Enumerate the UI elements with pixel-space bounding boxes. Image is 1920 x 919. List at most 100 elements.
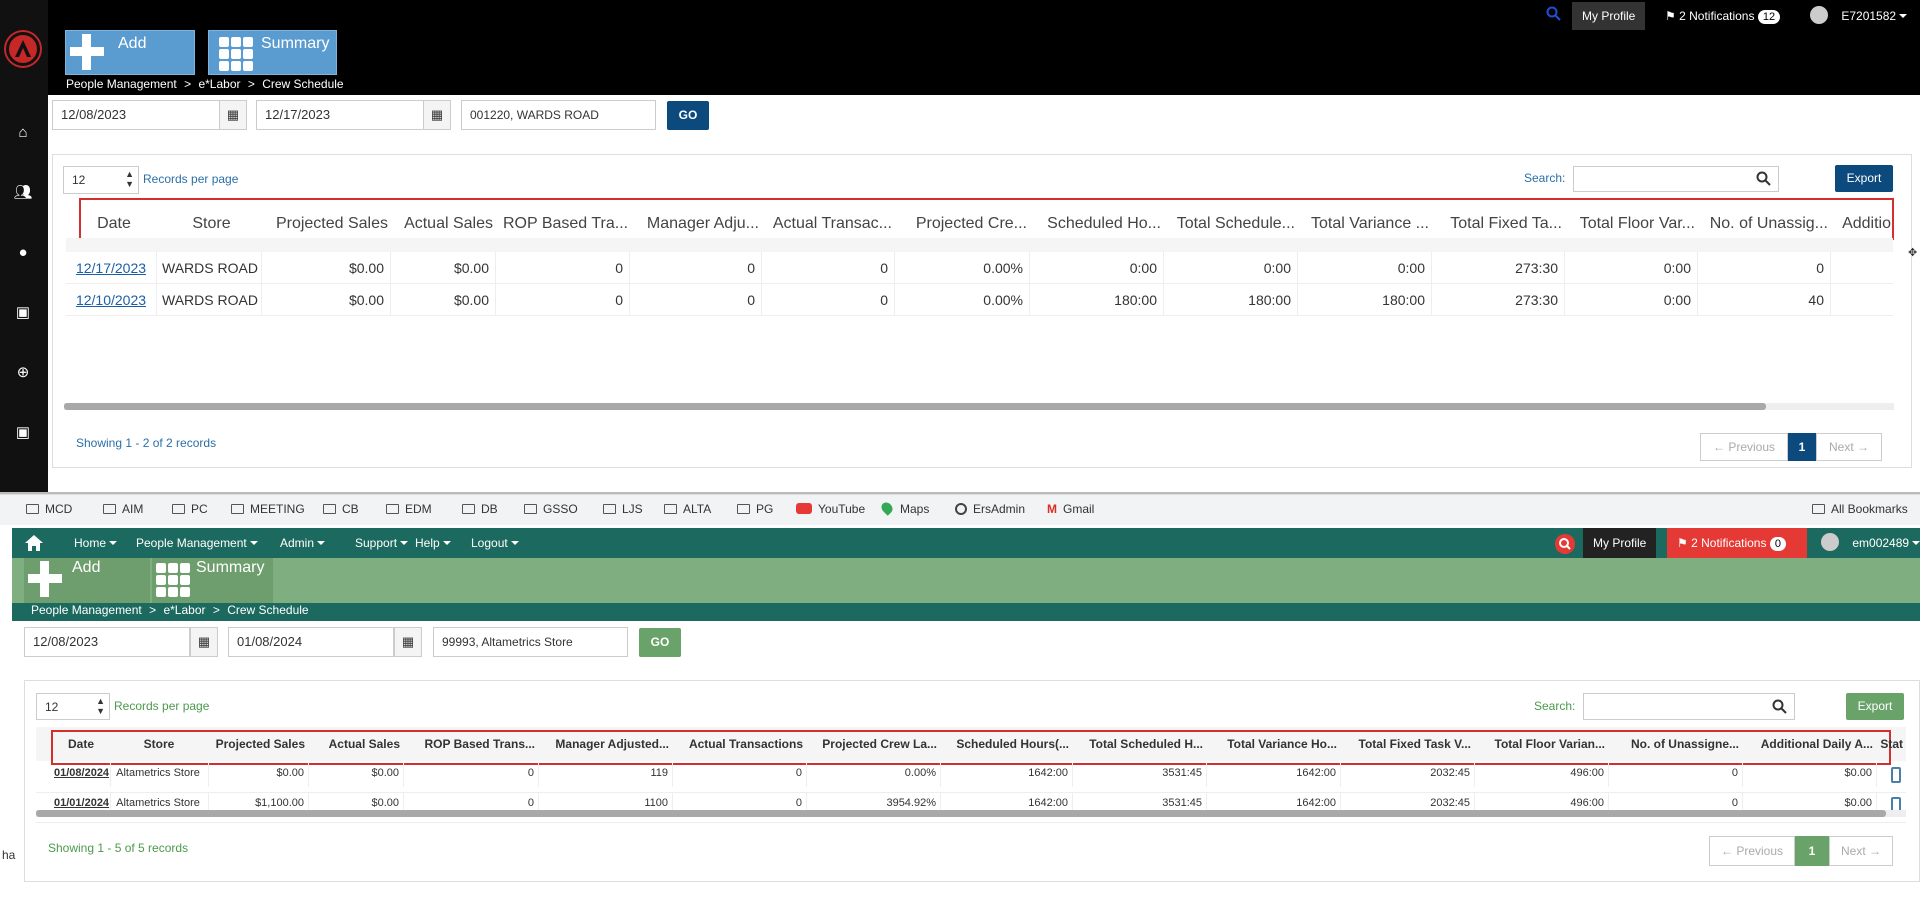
my-profile-link[interactable]: My Profile <box>1583 528 1657 558</box>
start-date-input[interactable]: 12/08/2023 <box>24 627 190 657</box>
column-header[interactable]: Total Fixed Ta... <box>1439 215 1562 233</box>
next-button[interactable]: Next → <box>1829 836 1893 866</box>
bookmark-pc[interactable]: PC <box>172 502 208 516</box>
date-link[interactable]: 12/17/2023 <box>72 260 150 276</box>
nav-logout[interactable]: Logout <box>471 528 519 558</box>
column-header[interactable]: Additio <box>1838 215 1891 233</box>
user-icon[interactable]: ● <box>12 242 34 264</box>
image-icon[interactable]: ▣ <box>12 302 34 324</box>
end-date-input[interactable]: 12/17/2023 <box>256 100 424 130</box>
calendar-icon[interactable]: ▦ <box>190 627 218 657</box>
column-header[interactable]: Scheduled Ho... <box>1037 215 1161 233</box>
breadcrumb-item[interactable]: People Management <box>31 603 142 617</box>
column-header[interactable]: Manager Adju... <box>637 215 759 233</box>
column-header[interactable]: ROP Based Tra... <box>503 215 627 233</box>
column-header[interactable]: No. of Unassig... <box>1705 215 1828 233</box>
column-header[interactable]: Date <box>74 215 154 233</box>
column-header[interactable]: Actual Transactions <box>675 737 803 751</box>
my-profile-link[interactable]: My Profile <box>1572 2 1646 30</box>
breadcrumb-item[interactable]: e*Labor <box>163 603 205 617</box>
column-header[interactable]: Manager Adjusted... <box>541 737 669 751</box>
user-menu[interactable]: E7201582 <box>1800 2 1917 30</box>
column-header[interactable]: Date <box>55 737 107 751</box>
users-icon[interactable]: 👥︎ <box>12 182 34 204</box>
nav-help[interactable]: Help <box>415 528 451 558</box>
bookmark-aim[interactable]: AIM <box>103 502 143 516</box>
previous-button[interactable]: ← Previous <box>1709 836 1795 866</box>
column-header[interactable]: Projected Crew La... <box>809 737 937 751</box>
column-header[interactable]: Projected Sales <box>269 215 388 233</box>
column-header[interactable]: Actual Sales <box>398 215 493 233</box>
go-button[interactable]: GO <box>667 101 709 130</box>
export-button[interactable]: Export <box>1846 693 1904 720</box>
scrollbar-thumb[interactable] <box>36 810 1886 817</box>
bookmark-gsso[interactable]: GSSO <box>524 502 578 516</box>
column-header[interactable]: Total Floor Var... <box>1572 215 1695 233</box>
end-date-input[interactable]: 01/08/2024 <box>228 627 394 657</box>
date-link[interactable]: 12/10/2023 <box>72 292 150 308</box>
all-bookmarks[interactable]: All Bookmarks <box>1812 502 1908 516</box>
date-link[interactable]: 01/08/2024 <box>54 767 109 779</box>
nav-support[interactable]: Support <box>355 528 409 558</box>
column-header[interactable]: Total Variance ... <box>1305 215 1429 233</box>
column-header[interactable]: Projected Sales <box>211 737 305 751</box>
column-header[interactable]: Scheduled Hours(... <box>943 737 1069 751</box>
bookmark-cb[interactable]: CB <box>323 502 359 516</box>
search-input[interactable] <box>1583 693 1795 720</box>
bookmark-edm[interactable]: EDM <box>386 502 432 516</box>
column-header[interactable]: Actual Transac... <box>769 215 892 233</box>
bookmark-youtube[interactable]: YouTube <box>796 502 865 516</box>
edit-icon[interactable] <box>1891 767 1901 783</box>
column-header[interactable]: Additional Daily A... <box>1745 737 1873 751</box>
bookmark-ljs[interactable]: LJS <box>603 502 643 516</box>
search-icon[interactable] <box>1546 6 1562 22</box>
home-icon[interactable]: ⌂ <box>12 122 34 144</box>
column-header[interactable]: No. of Unassigne... <box>1611 737 1739 751</box>
horizontal-scrollbar[interactable] <box>64 403 1894 410</box>
summary-tile[interactable]: Summary <box>152 558 273 603</box>
add-tile[interactable]: Add <box>24 558 150 603</box>
calendar-icon[interactable]: ▦ <box>394 627 422 657</box>
records-per-page-select[interactable]: 12 ▲ ▼ <box>36 693 110 720</box>
bookmark-meeting[interactable]: MEETING <box>231 502 305 516</box>
page-1-button[interactable]: 1 <box>1795 836 1829 866</box>
column-header[interactable]: Projected Cre... <box>902 215 1027 233</box>
bookmark-ersadmin[interactable]: ErsAdmin <box>955 502 1025 516</box>
column-header[interactable]: Store <box>113 737 205 751</box>
bookmark-mcd[interactable]: MCD <box>26 502 72 516</box>
column-header[interactable]: Store <box>164 215 259 233</box>
bookmark-alta[interactable]: ALTA <box>664 502 711 516</box>
records-per-page-select[interactable]: 12 ▲ ▼ <box>63 166 139 194</box>
nav-people-management[interactable]: People Management <box>136 528 258 558</box>
go-button[interactable]: GO <box>639 628 681 657</box>
previous-button[interactable]: ← Previous <box>1700 433 1788 461</box>
home-icon[interactable] <box>24 534 44 552</box>
add-tile[interactable]: Add <box>65 30 195 75</box>
nav-admin[interactable]: Admin <box>280 528 326 558</box>
export-button[interactable]: Export <box>1835 165 1893 192</box>
page-1-button[interactable]: 1 <box>1788 433 1816 461</box>
bookmark-gmail[interactable]: M Gmail <box>1047 502 1094 516</box>
next-button[interactable]: Next → <box>1816 433 1882 461</box>
breadcrumb-item[interactable]: e*Labor <box>198 77 240 91</box>
column-header[interactable]: Total Schedule... <box>1171 215 1295 233</box>
notifications-link[interactable]: ⚑ 2 Notifications 12 <box>1655 2 1790 30</box>
bookmark-db[interactable]: DB <box>462 502 498 516</box>
summary-tile[interactable]: Summary <box>208 30 337 75</box>
column-header[interactable]: Total Fixed Task V... <box>1343 737 1471 751</box>
support-icon[interactable]: ⊕ <box>12 362 34 384</box>
column-header[interactable]: ROP Based Trans... <box>406 737 536 751</box>
scrollbar-thumb[interactable] <box>64 403 1766 410</box>
image-icon[interactable]: ▣ <box>12 422 34 444</box>
bookmark-pg[interactable]: PG <box>737 502 773 516</box>
search-icon[interactable] <box>1555 534 1575 554</box>
store-select[interactable]: 001220, WARDS ROAD <box>461 100 656 130</box>
column-header[interactable]: Actual Sales <box>311 737 400 751</box>
column-header[interactable]: Total Scheduled H... <box>1075 737 1203 751</box>
search-input[interactable] <box>1573 166 1779 192</box>
user-menu[interactable]: em002489 <box>1815 528 1920 558</box>
notifications-link[interactable]: ⚑ 2 Notifications 0 <box>1667 528 1807 559</box>
breadcrumb-item[interactable]: People Management <box>66 77 177 91</box>
date-link[interactable]: 01/01/2024 <box>54 797 109 809</box>
column-header[interactable]: Total Floor Varian... <box>1477 737 1605 751</box>
